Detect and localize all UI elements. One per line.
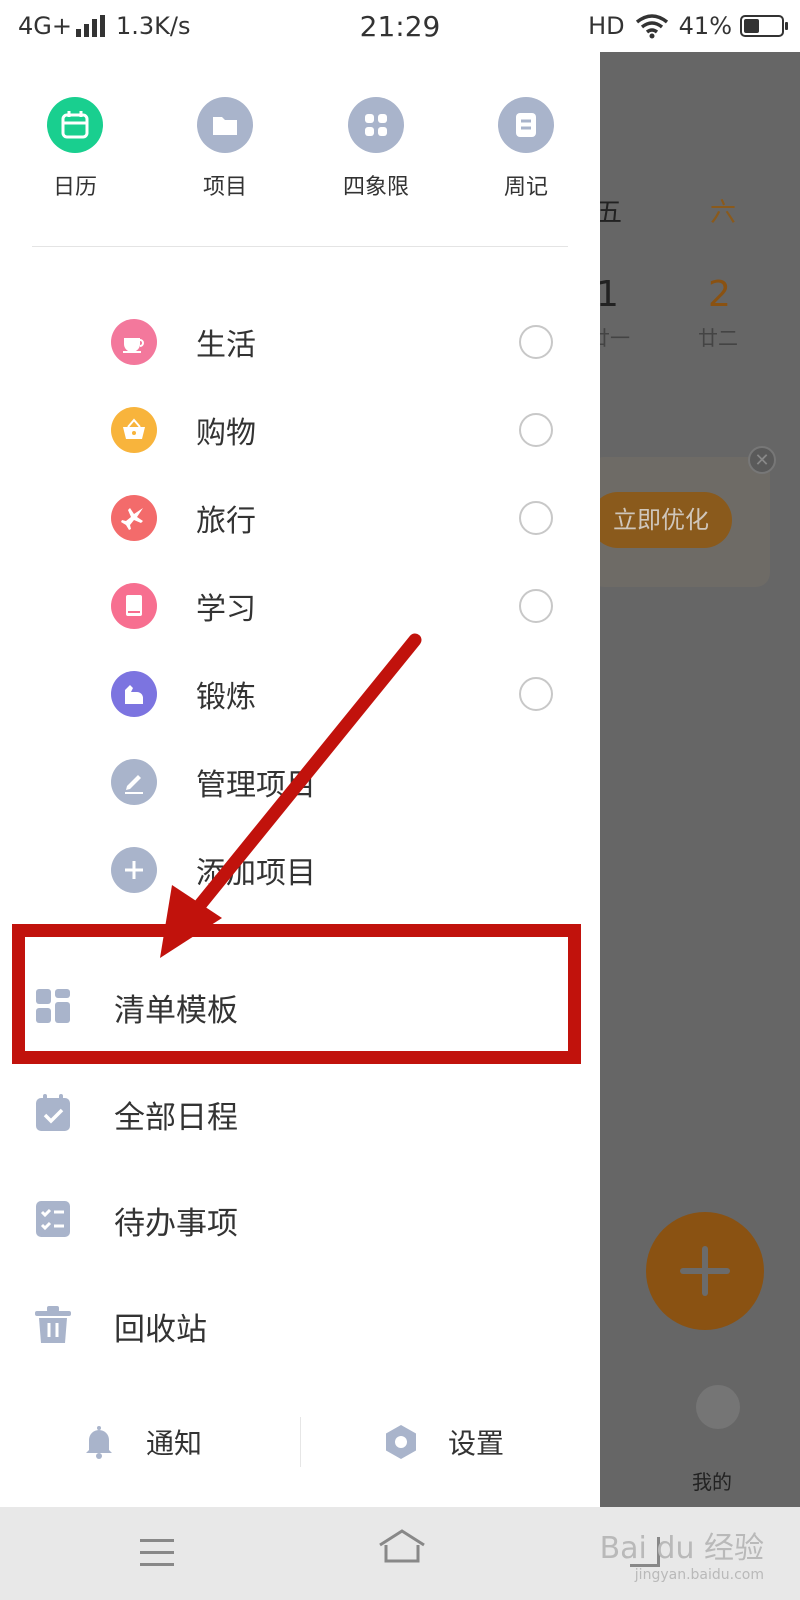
project-radio[interactable] (519, 501, 553, 535)
close-icon[interactable]: ✕ (748, 446, 776, 474)
project-radio[interactable] (519, 677, 553, 711)
menu-label: 全部日程 (114, 1100, 238, 1136)
lunar-2: 廿二 (698, 326, 738, 350)
highlight-box (12, 924, 581, 1064)
trash-icon (35, 1306, 71, 1343)
project-item-exercise[interactable]: 锻炼 (0, 654, 600, 734)
project-item-study[interactable]: 学习 (0, 566, 600, 646)
calendar-check-icon (36, 1094, 70, 1131)
watermark-url: jingyan.baidu.com (634, 1567, 764, 1583)
battery-icon (740, 15, 788, 37)
edit-icon (111, 759, 157, 805)
profile-icon[interactable] (696, 1385, 740, 1429)
quick-nav-projects[interactable]: 项目 (165, 97, 285, 201)
gear-icon (386, 1425, 416, 1459)
manage-projects-item[interactable]: 管理项目 (0, 742, 600, 822)
note-icon (498, 97, 554, 153)
weekday-fri: 五 (600, 198, 623, 228)
project-label: 管理项目 (196, 768, 316, 803)
quick-nav-weekly[interactable]: 周记 (466, 97, 586, 201)
menu-icon[interactable] (140, 1539, 174, 1567)
watermark: Bai du 经验 jingyan.baidu.com (600, 1523, 764, 1583)
project-label: 生活 (196, 328, 256, 363)
project-radio[interactable] (519, 325, 553, 359)
settings-label: 设置 (448, 1427, 505, 1460)
battery-percent: 41% (678, 12, 732, 40)
background-app[interactable]: 五 六 1 2 廿一 廿二 立即优化 ✕ 我的 (600, 52, 800, 1507)
project-item-travel[interactable]: 旅行 (0, 478, 600, 558)
bottom-separator (300, 1417, 301, 1467)
notifications-button[interactable]: 通知 (80, 1387, 202, 1497)
airplane-icon (111, 495, 157, 541)
drawer-bottom-bar: 通知 设置 (0, 1387, 600, 1497)
book-icon (111, 583, 157, 629)
calendar-icon (47, 97, 103, 153)
watermark-brand: Bai du 经验 (599, 1531, 764, 1566)
menu-item-recycle-bin[interactable]: 回收站 (0, 1280, 600, 1370)
divider (32, 246, 568, 247)
checklist-icon (36, 1201, 70, 1237)
notifications-label: 通知 (146, 1427, 203, 1460)
tab-me-label[interactable]: 我的 (692, 1466, 732, 1495)
weekday-sat: 六 (710, 198, 737, 228)
optimize-button[interactable]: 立即优化 (600, 492, 732, 548)
quick-nav-calendar[interactable]: 日历 (15, 97, 135, 201)
quick-nav-quadrant[interactable]: 四象限 (316, 97, 436, 201)
status-right: HD 41% (588, 12, 788, 40)
battery-fill (744, 19, 759, 33)
side-drawer: 日历 项目 四象限 周记 生活 购物 旅行 学习 锻炼 管理项目 添加项目 清单… (0, 52, 600, 1507)
project-label: 旅行 (196, 504, 256, 539)
quick-nav-label: 项目 (202, 175, 247, 200)
project-item-shopping[interactable]: 购物 (0, 390, 600, 470)
bell-icon (86, 1426, 112, 1459)
arm-icon (111, 671, 157, 717)
system-nav-bar: Bai du 经验 jingyan.baidu.com (0, 1507, 800, 1600)
folder-icon (197, 97, 253, 153)
hd-indicator: HD (588, 12, 625, 40)
add-project-item[interactable]: 添加项目 (0, 830, 600, 910)
quick-nav-label: 周记 (503, 175, 548, 200)
project-label: 添加项目 (196, 856, 316, 891)
menu-label: 回收站 (114, 1312, 207, 1348)
project-label: 学习 (196, 592, 256, 627)
lunar-1: 廿一 (600, 326, 630, 350)
day-2: 2 (708, 274, 731, 315)
status-bar: 4G+ 1.3K/s 21:29 HD 41% (0, 0, 800, 52)
basket-icon (111, 407, 157, 453)
project-radio[interactable] (519, 589, 553, 623)
project-item-life[interactable]: 生活 (0, 302, 600, 382)
project-label: 锻炼 (196, 680, 256, 715)
quick-nav-label: 日历 (52, 175, 97, 200)
menu-item-todos[interactable]: 待办事项 (0, 1174, 600, 1264)
menu-label: 待办事项 (114, 1206, 238, 1242)
cup-icon (111, 319, 157, 365)
wifi-icon (635, 14, 668, 39)
plus-icon (111, 847, 157, 893)
menu-item-all-schedules[interactable]: 全部日程 (0, 1068, 600, 1158)
quick-nav-label: 四象限 (342, 175, 409, 200)
quick-nav: 日历 项目 四象限 周记 (0, 97, 600, 217)
home-icon[interactable] (376, 1527, 428, 1567)
project-radio[interactable] (519, 413, 553, 447)
day-1: 1 (600, 274, 619, 315)
add-fab-button[interactable] (646, 1212, 764, 1330)
project-label: 购物 (196, 416, 256, 451)
settings-button[interactable]: 设置 (382, 1387, 504, 1497)
grid-icon (348, 97, 404, 153)
